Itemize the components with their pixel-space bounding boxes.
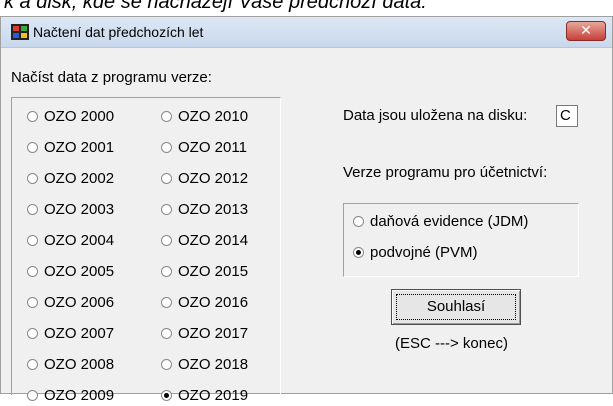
radio-button-icon (27, 296, 38, 308)
radio-button-icon (27, 203, 38, 215)
radio-ozo-2008[interactable]: OZO 2008 (27, 355, 114, 375)
radio-ozo-2013[interactable]: OZO 2013 (161, 200, 248, 220)
radio-ozo-2003[interactable]: OZO 2003 (27, 200, 114, 220)
radio-button-icon (161, 110, 172, 122)
version-group-label: Načíst data z programu verze: (11, 69, 212, 86)
radio-ozo-2005[interactable]: OZO 2005 (27, 262, 114, 282)
radio-ozo-2014[interactable]: OZO 2014 (161, 231, 248, 251)
radio-ozo-2018[interactable]: OZO 2018 (161, 355, 248, 375)
radio-ozo-2010[interactable]: OZO 2010 (161, 107, 248, 127)
agree-button[interactable]: Souhlasí (391, 289, 521, 325)
radio-button-icon (27, 358, 38, 370)
radio-ozo-2016[interactable]: OZO 2016 (161, 293, 248, 313)
dialog-window: Načtení dat předchozích let ✕ Načíst dat… (0, 16, 613, 404)
close-button[interactable]: ✕ (566, 21, 606, 41)
escape-hint: (ESC ---> konec) (395, 335, 508, 352)
radio-ozo-2001[interactable]: OZO 2001 (27, 138, 114, 158)
radio-button-icon (161, 265, 172, 277)
radio-ozo-2000[interactable]: OZO 2000 (27, 107, 114, 127)
radio-button-selected-icon (161, 389, 172, 401)
radio-ozo-2004[interactable]: OZO 2004 (27, 231, 114, 251)
radio-button-icon (27, 172, 38, 184)
radio-ozo-2015[interactable]: OZO 2015 (161, 262, 248, 282)
radio-button-icon (161, 296, 172, 308)
radio-button-icon (353, 215, 364, 227)
radio-button-icon (27, 234, 38, 246)
close-icon: ✕ (580, 22, 592, 38)
radio-ozo-2012[interactable]: OZO 2012 (161, 169, 248, 189)
radio-button-selected-icon (353, 246, 364, 258)
disk-label: Data jsou uložena na disku: (343, 107, 528, 124)
radio-ozo-2009[interactable]: OZO 2009 (27, 386, 114, 406)
disk-input[interactable]: C (556, 105, 578, 127)
radio-button-icon (27, 327, 38, 339)
program-version-label: Verze programu pro účetnictví: (343, 164, 548, 181)
radio-button-icon (161, 141, 172, 153)
radio-button-icon (161, 327, 172, 339)
radio-button-icon (161, 358, 172, 370)
top-caption: k a disk, kde se nacházejí Vaše předchoz… (4, 0, 427, 13)
radio-podvojne[interactable]: podvojné (PVM) (353, 243, 478, 263)
radio-ozo-2006[interactable]: OZO 2006 (27, 293, 114, 313)
focus-ring (396, 294, 516, 320)
title-bar: Načtení dat předchozích let ✕ (1, 17, 612, 48)
radio-danova-evidence[interactable]: daňová evidence (JDM) (353, 212, 528, 232)
radio-ozo-2007[interactable]: OZO 2007 (27, 324, 114, 344)
window-title: Načtení dat předchozích let (33, 24, 204, 40)
radio-button-icon (161, 203, 172, 215)
radio-ozo-2011[interactable]: OZO 2011 (161, 138, 247, 158)
radio-button-icon (161, 172, 172, 184)
radio-button-icon (27, 141, 38, 153)
radio-ozo-2019[interactable]: OZO 2019 (161, 386, 248, 406)
radio-ozo-2002[interactable]: OZO 2002 (27, 169, 114, 189)
windows-flag-icon (11, 24, 29, 40)
radio-button-icon (27, 110, 38, 122)
radio-button-icon (27, 265, 38, 277)
radio-button-icon (161, 234, 172, 246)
radio-button-icon (27, 389, 38, 401)
radio-ozo-2017[interactable]: OZO 2017 (161, 324, 248, 344)
